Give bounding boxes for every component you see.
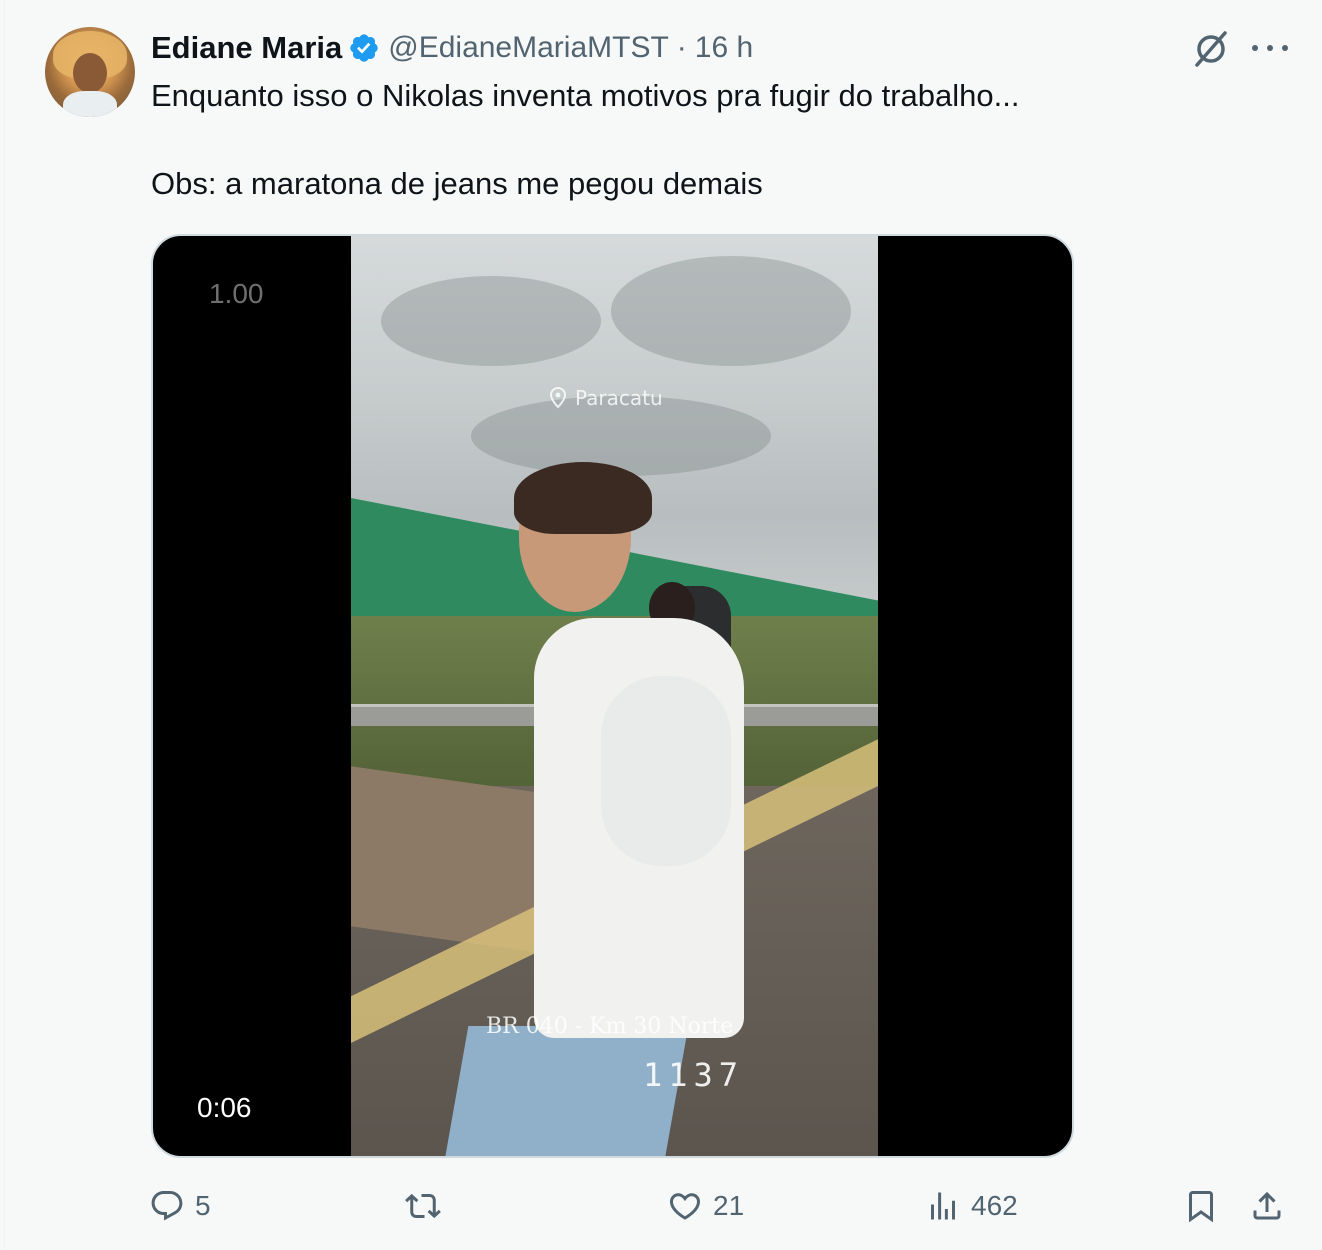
video-location-overlay: Paracatu (549, 386, 663, 410)
reply-count: 5 (195, 1190, 211, 1221)
video-duration: 0:06 (197, 1092, 252, 1123)
views-button[interactable]: 462 (925, 1188, 1018, 1224)
avatar-body (63, 91, 117, 117)
more-icon[interactable] (1252, 32, 1288, 64)
more-dot (1252, 45, 1258, 51)
reply-icon (151, 1191, 183, 1221)
avatar[interactable] (45, 27, 135, 117)
like-button[interactable]: 21 (667, 1188, 744, 1224)
video-speed: 1.00 (209, 278, 264, 309)
location-pin-icon (549, 387, 567, 409)
bookmark-icon (1189, 1191, 1213, 1223)
video-road-overlay: BR 040 - Km 30 Norte (486, 1014, 734, 1039)
video-number-overlay: 1137 (643, 1056, 745, 1094)
grok-icon[interactable] (1191, 29, 1231, 69)
video-location-text: Paracatu (575, 386, 663, 410)
like-count: 21 (713, 1190, 745, 1221)
avatar-face (73, 53, 107, 93)
verified-badge-icon (350, 34, 378, 62)
tweet-text-line-2: Obs: a maratona de jeans me pegou demais (151, 166, 763, 201)
views-icon (931, 1192, 955, 1220)
share-icon (1253, 1191, 1281, 1220)
tweet-text-line-1: Enquanto isso o Nikolas inventa motivos … (151, 78, 1020, 113)
author-handle[interactable]: @EdianeMariaMTST (388, 31, 669, 65)
bookmark-button[interactable] (1183, 1188, 1219, 1224)
video-person-hair (514, 462, 652, 534)
video-frame: Paracatu BR 040 - Km 30 Norte 1137 (351, 236, 878, 1156)
more-dot (1282, 45, 1288, 51)
video-person-arm (601, 676, 731, 866)
more-dot (1267, 45, 1273, 51)
header-separator: · (676, 31, 687, 64)
retweet-button[interactable] (405, 1188, 451, 1224)
author-name[interactable]: Ediane Maria (151, 30, 342, 66)
share-button[interactable] (1249, 1188, 1285, 1224)
views-count: 462 (971, 1190, 1018, 1221)
video-player[interactable]: Paracatu BR 040 - Km 30 Norte 1137 1.00 … (151, 234, 1074, 1158)
retweet-icon (405, 1193, 441, 1219)
tweet-card[interactable]: Ediane Maria @EdianeMariaMTST · 16 h Enq… (4, 0, 1322, 1250)
reply-button[interactable]: 5 (149, 1188, 211, 1224)
action-bar: 5 21 462 (5, 1178, 1322, 1238)
tweet-header: Ediane Maria @EdianeMariaMTST · 16 h (151, 28, 753, 68)
like-icon (669, 1193, 701, 1220)
tweet-time[interactable]: 16 h (695, 31, 753, 65)
